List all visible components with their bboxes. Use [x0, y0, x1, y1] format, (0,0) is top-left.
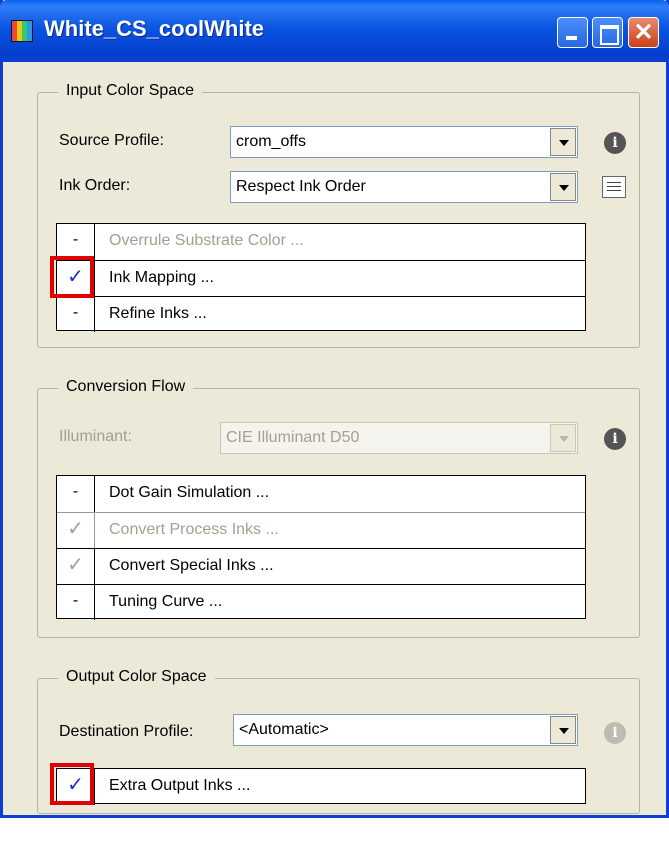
row-label[interactable]: Dot Gain Simulation ... [109, 484, 269, 502]
option-row-overrule-substrate: - Overrule Substrate Color ... [57, 224, 585, 260]
row-label[interactable]: Refine Inks ... [109, 305, 207, 323]
source-profile-value: crom_offs [236, 133, 306, 150]
chevron-down-icon[interactable] [550, 716, 576, 744]
illuminant-select: CIE Illuminant D50 [220, 422, 578, 454]
destination-profile-select[interactable]: <Automatic> [233, 714, 578, 746]
destination-profile-label: Destination Profile: [59, 723, 194, 740]
input-color-space-legend: Input Color Space [58, 82, 203, 100]
info-icon: i [604, 722, 626, 744]
output-options-table: ✓ Extra Output Inks ... [56, 768, 586, 805]
conversion-flow-group: Conversion Flow Illuminant: CIE Illumina… [37, 378, 640, 638]
row-label[interactable]: Extra Output Inks ... [109, 777, 250, 795]
source-profile-select[interactable]: crom_offs [230, 126, 578, 158]
chevron-down-icon[interactable] [550, 173, 576, 201]
row-flag: - [57, 585, 95, 620]
close-button[interactable]: ✕ [628, 17, 659, 48]
ink-order-label: Ink Order: [59, 177, 131, 194]
title-bar[interactable]: White_CS_coolWhite ✕ [0, 0, 669, 62]
dialog-window: White_CS_coolWhite ✕ Input Color Space S… [0, 0, 669, 818]
illuminant-label: Illuminant: [59, 428, 132, 445]
input-options-table: - Overrule Substrate Color ... ✓ Ink Map… [56, 223, 586, 332]
checkmark-icon[interactable]: ✓ [57, 549, 95, 584]
option-row-convert-process-inks: ✓ Convert Process Inks ... [57, 512, 585, 548]
ink-order-edit-icon[interactable] [602, 176, 626, 198]
option-row-tuning-curve[interactable]: - Tuning Curve ... [57, 584, 585, 620]
row-flag: - [57, 297, 95, 332]
destination-profile-value: <Automatic> [239, 721, 329, 738]
option-row-ink-mapping[interactable]: ✓ Ink Mapping ... [57, 260, 585, 296]
conversion-flow-legend: Conversion Flow [58, 378, 194, 396]
chevron-down-icon[interactable] [550, 128, 576, 156]
row-flag: - [57, 224, 95, 260]
ink-order-select[interactable]: Respect Ink Order [230, 171, 578, 203]
row-flag: - [57, 476, 95, 512]
option-row-refine-inks[interactable]: - Refine Inks ... [57, 296, 585, 332]
app-icon [11, 20, 33, 42]
option-row-extra-output-inks[interactable]: ✓ Extra Output Inks ... [57, 769, 585, 805]
close-icon: ✕ [633, 19, 654, 46]
row-label: Overrule Substrate Color ... [109, 232, 304, 249]
ink-order-value: Respect Ink Order [236, 178, 366, 195]
input-color-space-group: Input Color Space Source Profile: crom_o… [37, 82, 640, 348]
option-row-dot-gain[interactable]: - Dot Gain Simulation ... [57, 476, 585, 512]
output-color-space-group: Output Color Space Destination Profile: … [37, 668, 640, 814]
source-profile-label: Source Profile: [59, 132, 164, 149]
row-label[interactable]: Ink Mapping ... [109, 269, 214, 287]
checkmark-icon: ✓ [57, 513, 95, 548]
row-label[interactable]: Tuning Curve ... [109, 593, 222, 611]
window-title: White_CS_coolWhite [44, 16, 265, 41]
info-icon[interactable]: i [604, 132, 626, 154]
conversion-options-table: - Dot Gain Simulation ... ✓ Convert Proc… [56, 475, 586, 620]
highlight-box-extra-output-inks [50, 763, 94, 805]
info-icon[interactable]: i [604, 428, 626, 450]
minimize-button[interactable] [557, 17, 588, 48]
option-row-convert-special-inks[interactable]: ✓ Convert Special Inks ... [57, 548, 585, 584]
maximize-button[interactable] [592, 17, 623, 48]
highlight-box-ink-mapping [50, 256, 94, 298]
output-color-space-legend: Output Color Space [58, 668, 215, 686]
row-label[interactable]: Convert Special Inks ... [109, 557, 274, 575]
chevron-down-icon [550, 424, 576, 452]
row-label: Convert Process Inks ... [109, 521, 279, 538]
illuminant-value: CIE Illuminant D50 [226, 429, 360, 446]
